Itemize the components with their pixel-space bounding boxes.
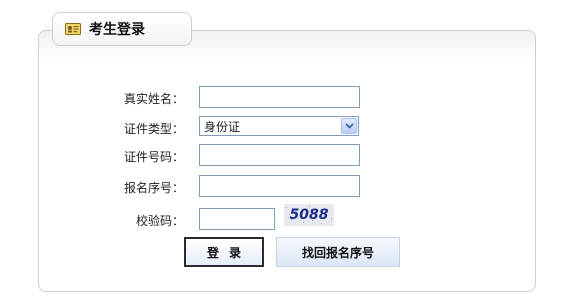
row-id-number: 证件号码： — [0, 144, 576, 168]
real-name-input[interactable] — [199, 86, 360, 108]
registration-number-input[interactable] — [199, 175, 360, 197]
registration-number-label: 报名序号： — [123, 181, 184, 195]
id-number-input[interactable] — [199, 144, 360, 166]
id-type-select[interactable]: 身份证 — [199, 116, 359, 136]
row-real-name: 真实姓名： — [0, 86, 576, 110]
captcha-image[interactable]: 5088 — [284, 204, 334, 226]
id-type-label: 证件类型： — [123, 122, 184, 136]
row-id-type: 证件类型： 身份证 — [0, 116, 576, 140]
panel-title: 考生登录 — [89, 22, 145, 38]
captcha-text: 5088 — [289, 207, 329, 223]
login-button[interactable]: 登录 — [184, 237, 264, 267]
real-name-label: 真实姓名： — [123, 92, 184, 106]
captcha-label: 校验码： — [135, 214, 184, 228]
id-number-label: 证件号码： — [123, 150, 184, 164]
captcha-input[interactable] — [199, 208, 275, 230]
retrieve-registration-number-button[interactable]: 找回报名序号 — [276, 237, 400, 267]
id-type-selected-value: 身份证 — [204, 119, 241, 134]
chevron-down-icon[interactable] — [341, 118, 357, 134]
panel-title-tab: 考生登录 — [52, 12, 192, 46]
row-registration-number: 报名序号： — [0, 175, 576, 199]
row-captcha: 校验码： 5088 — [0, 204, 576, 232]
id-card-icon — [65, 22, 81, 36]
